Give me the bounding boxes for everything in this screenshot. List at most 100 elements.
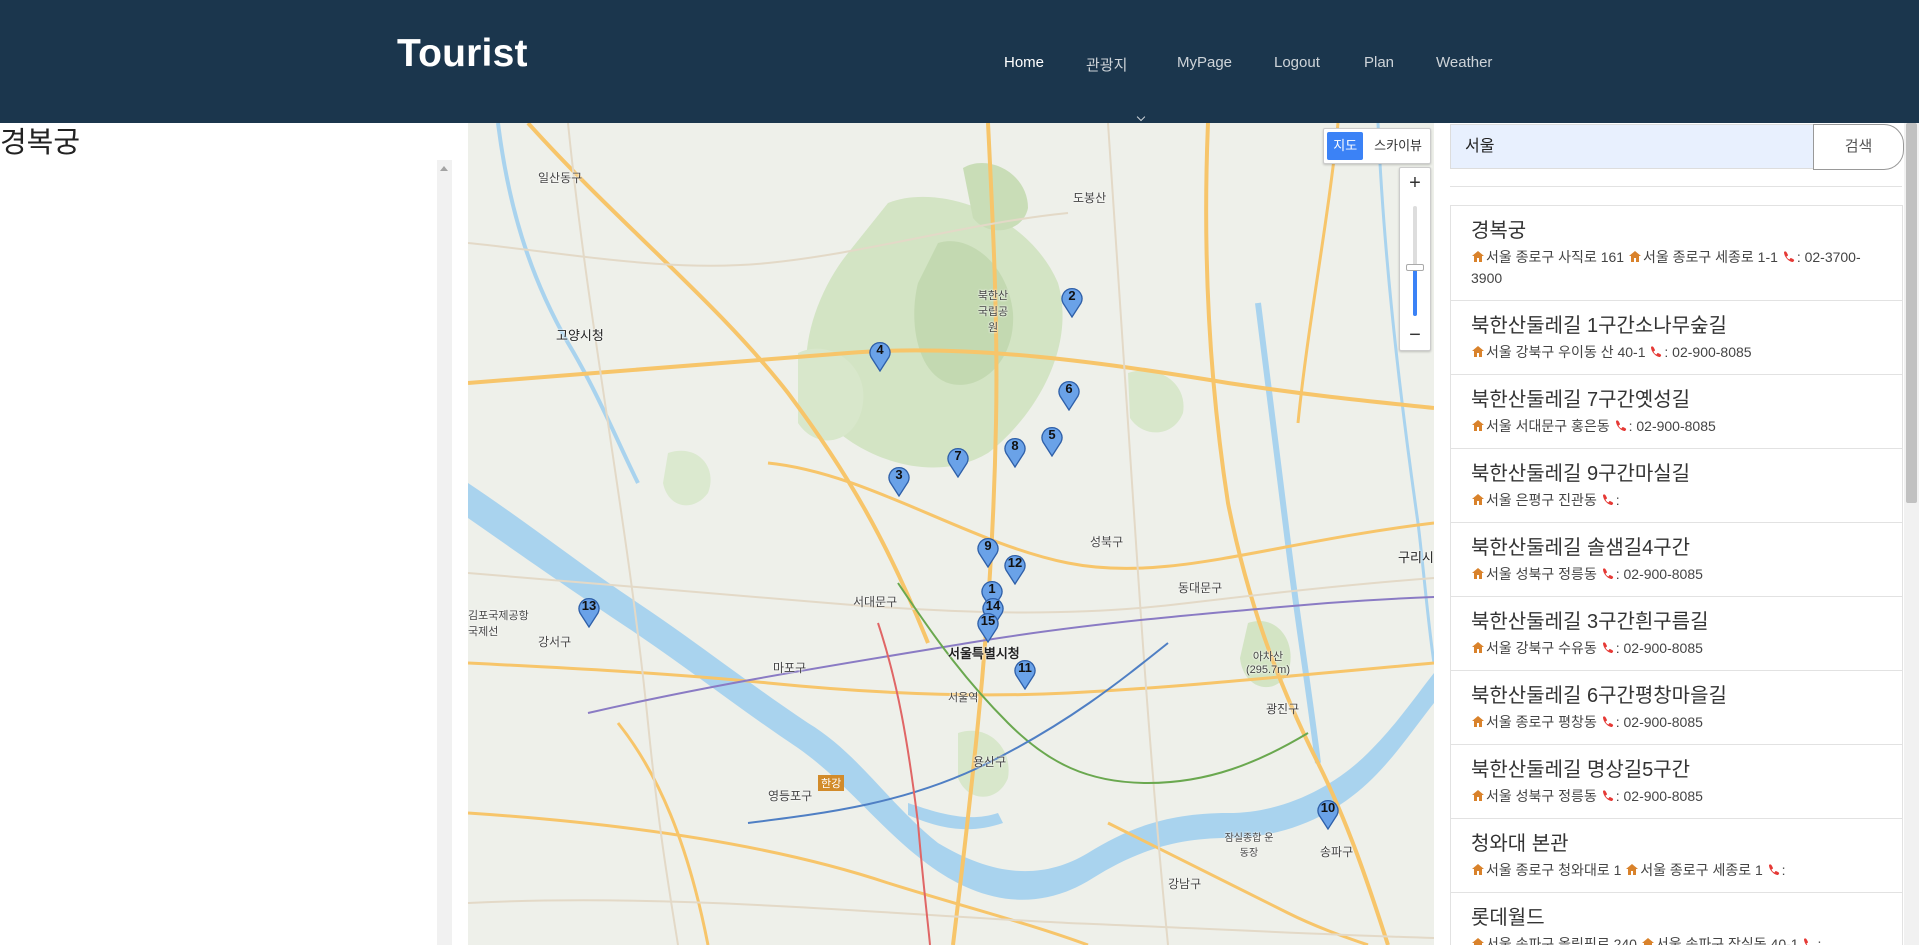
phone-icon	[1602, 568, 1613, 579]
list-item-info: 서울 강북구 우이동 산 40-1 : 02-900-8085	[1471, 342, 1882, 363]
map-label-dongdaemun: 동대문구	[1178, 581, 1223, 595]
list-item[interactable]: 청와대 본관 서울 종로구 청와대로 1 서울 종로구 세종로 1 :	[1451, 818, 1902, 892]
list-item[interactable]: 북한산둘레길 7구간옛성길 서울 서대문구 홍은동 : 02-900-8085	[1451, 374, 1902, 448]
top-navbar: Tourist Home 관광지 MyPage Logout Plan Weat…	[0, 0, 1919, 123]
list-item-info: 서울 은평구 진관동 :	[1471, 490, 1882, 511]
map-type-skyview-button[interactable]: 스카이뷰	[1366, 129, 1430, 163]
list-item[interactable]: 북한산둘레길 6구간평창마을길 서울 종로구 평창동 : 02-900-8085	[1451, 670, 1902, 744]
map-marker-8[interactable]: 8	[1003, 434, 1027, 468]
list-item-info: 서울 강북구 수유동 : 02-900-8085	[1471, 638, 1882, 659]
detail-title: 경복궁	[0, 125, 81, 159]
list-item[interactable]: 북한산둘레길 9구간마실길 서울 은평구 진관동 :	[1451, 448, 1902, 522]
map-base	[468, 123, 1434, 945]
list-item-name: 북한산둘레길 1구간소나무숲길	[1471, 315, 1727, 337]
map-label-seoul-city-hall: 서울특별시청	[948, 646, 1020, 661]
list-item[interactable]: 북한산둘레길 1구간소나무숲길 서울 강북구 우이동 산 40-1 : 02-9…	[1451, 300, 1902, 374]
brand-logo[interactable]: Tourist	[397, 32, 528, 76]
house-icon	[1472, 420, 1484, 431]
house-icon	[1472, 251, 1484, 262]
search-divider	[1450, 186, 1902, 187]
list-item-info: 서울 종로구 청와대로 1 서울 종로구 세종로 1 :	[1471, 860, 1882, 881]
map-marker-7[interactable]: 7	[946, 444, 970, 478]
map-type-switch: 지도 스카이뷰	[1323, 128, 1431, 164]
map-label-achasan: 아차산 (295.7m)	[1245, 651, 1291, 676]
map-marker-2[interactable]: 2	[1060, 284, 1084, 318]
list-item-name: 북한산둘레길 7구간옛성길	[1471, 389, 1691, 411]
map-label-gangseo: 강서구	[538, 635, 572, 649]
map-label-songpa: 송파구	[1320, 845, 1354, 859]
zoom-slider-fill	[1413, 268, 1417, 316]
map-view[interactable]: 일산동구 고양시청 북한산 국립공원 도봉산 구리시청 아차산 (295.7m)…	[468, 123, 1434, 945]
house-icon	[1472, 716, 1484, 727]
map-marker-9[interactable]: 9	[976, 534, 1000, 568]
list-item-info: 서울 성북구 정릉동 : 02-900-8085	[1471, 564, 1882, 585]
map-label-seodaemun: 서대문구	[853, 595, 898, 609]
phone-icon	[1804, 938, 1812, 945]
list-item-name: 북한산둘레길 명상길5구간	[1471, 759, 1691, 781]
list-item[interactable]: 북한산둘레길 3구간흰구름길 서울 강북구 수유동 : 02-900-8085	[1451, 596, 1902, 670]
house-icon	[1628, 251, 1641, 262]
map-type-roadmap-button[interactable]: 지도	[1327, 132, 1364, 160]
list-item-name: 롯데월드	[1471, 907, 1545, 929]
map-label-jamsil: 잠실종합 운동장	[1224, 833, 1274, 859]
list-item[interactable]: 북한산둘레길 솔샘길4구간 서울 성북구 정릉동 : 02-900-8085	[1451, 522, 1902, 596]
phone-icon	[1783, 251, 1794, 262]
map-label-bukhansan: 북한산 국립공원	[977, 290, 1009, 334]
map-label-yeongdeungpo: 영등포구	[768, 789, 813, 803]
house-icon	[1472, 642, 1484, 653]
list-item[interactable]: 북한산둘레길 명상길5구간 서울 성북구 정릉동 : 02-900-8085	[1451, 744, 1902, 818]
map-label-seoul-station: 서울역	[948, 692, 979, 704]
page-scrollbar[interactable]	[1904, 123, 1919, 945]
nav-mypage[interactable]: MyPage	[1177, 54, 1232, 71]
page-scrollbar-thumb[interactable]	[1906, 123, 1917, 503]
map-label-yongsan: 용산구	[973, 755, 1007, 769]
map-marker-3[interactable]: 3	[887, 463, 911, 497]
list-item[interactable]: 경복궁 서울 종로구 사직로 161 서울 종로구 세종로 1-1 : 02-3…	[1451, 205, 1902, 300]
map-label-gimpo: 김포국제공항 국제선	[468, 610, 529, 638]
phone-icon	[1602, 494, 1613, 505]
map-marker-4[interactable]: 4	[868, 338, 892, 372]
map-label-seongbuk: 성북구	[1090, 535, 1124, 549]
map-marker-13[interactable]: 13	[577, 594, 601, 628]
detail-scrollbar[interactable]	[437, 160, 452, 945]
house-icon	[1472, 864, 1484, 875]
house-icon	[1472, 938, 1484, 945]
zoom-in-button[interactable]: +	[1400, 168, 1430, 198]
search-input[interactable]: 서울	[1450, 124, 1814, 169]
nav-weather[interactable]: Weather	[1436, 54, 1492, 71]
map-label-gangnam: 강남구	[1168, 877, 1202, 891]
map-label-guri: 구리시청	[1398, 550, 1434, 565]
phone-icon	[1602, 716, 1613, 727]
map-label-hangang: 한강	[818, 775, 845, 791]
map-label-gwangjin: 광진구	[1266, 702, 1300, 716]
list-item[interactable]: 롯데월드 서울 송파구 올림픽로 240 서울 송파구 잠실동 40-1 :	[1451, 892, 1902, 945]
list-item-info: 서울 송파구 올림픽로 240 서울 송파구 잠실동 40-1 :	[1471, 934, 1882, 945]
nav-plan[interactable]: Plan	[1364, 54, 1394, 71]
house-icon	[1472, 494, 1484, 505]
list-item-info: 서울 종로구 사직로 161 서울 종로구 세종로 1-1 : 02-3700-…	[1471, 249, 1861, 286]
zoom-control: + −	[1399, 167, 1431, 351]
zoom-out-button[interactable]: −	[1400, 320, 1430, 350]
map-label-dobongsan: 도봉산	[1073, 191, 1107, 205]
nav-attractions-dropdown[interactable]: 관광지	[1086, 54, 1127, 75]
scroll-up-arrow-icon[interactable]	[440, 166, 448, 171]
nav-home[interactable]: Home	[1004, 54, 1044, 71]
list-item-name: 북한산둘레길 솔샘길4구간	[1471, 537, 1691, 559]
search-button[interactable]: 검색	[1813, 124, 1904, 170]
phone-icon	[1602, 790, 1613, 801]
list-item-info: 서울 종로구 평창동 : 02-900-8085	[1471, 712, 1882, 733]
list-item-info: 서울 서대문구 홍은동 : 02-900-8085	[1471, 416, 1882, 437]
list-item-info: 서울 성북구 정릉동 : 02-900-8085	[1471, 786, 1882, 807]
map-marker-12[interactable]: 12	[1003, 551, 1027, 585]
house-icon	[1472, 346, 1484, 357]
map-marker-10[interactable]: 10	[1316, 796, 1340, 830]
phone-icon	[1768, 864, 1779, 875]
list-item-name: 청와대 본관	[1471, 833, 1569, 855]
map-marker-15[interactable]: 15	[976, 609, 1000, 643]
zoom-slider-handle[interactable]	[1406, 264, 1424, 271]
list-item-name: 북한산둘레길 3구간흰구름길	[1471, 611, 1709, 633]
nav-logout[interactable]: Logout	[1274, 54, 1320, 71]
map-marker-6[interactable]: 6	[1057, 377, 1081, 411]
map-marker-11[interactable]: 11	[1013, 656, 1037, 690]
map-marker-5[interactable]: 5	[1040, 423, 1064, 457]
